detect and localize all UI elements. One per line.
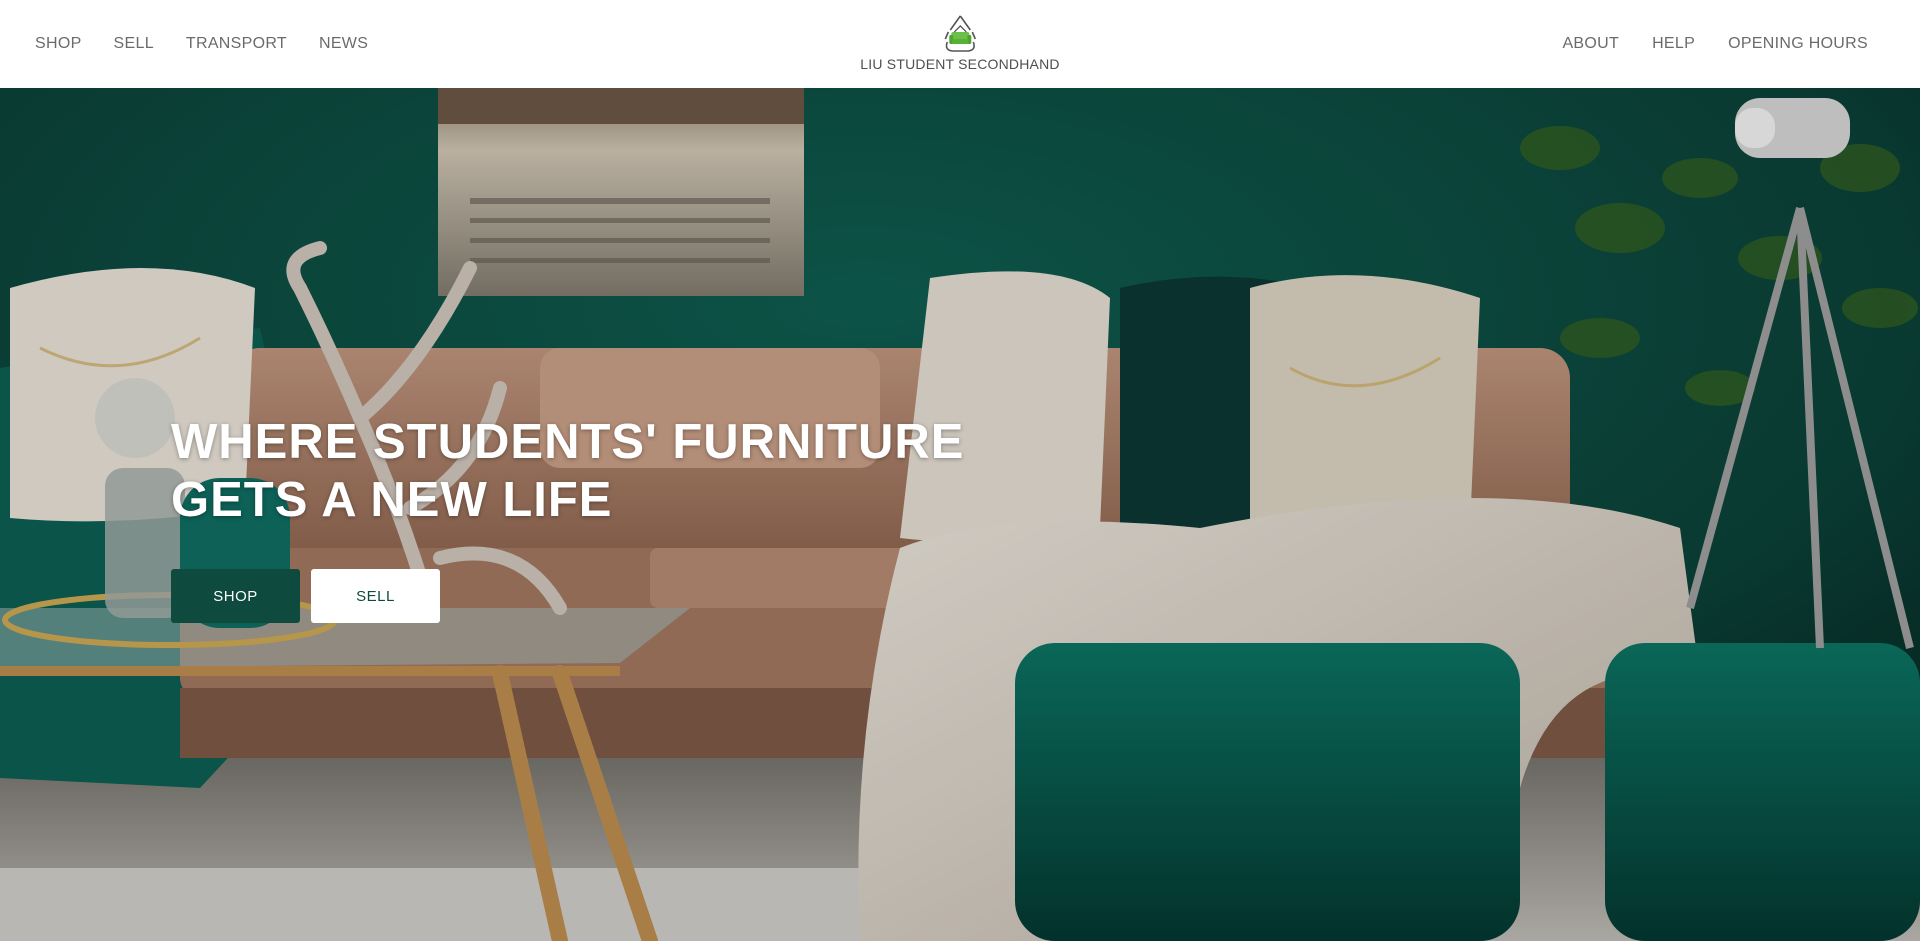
shop-button[interactable]: SHOP: [171, 569, 300, 623]
nav-link-about[interactable]: ABOUT: [1562, 35, 1619, 53]
nav-link-sell[interactable]: SELL: [114, 35, 154, 53]
sell-button[interactable]: SELL: [311, 569, 440, 623]
site-logo[interactable]: LIU STUDENT SECONDHAND: [860, 12, 1059, 72]
primary-nav: SHOP SELL TRANSPORT NEWS: [35, 0, 400, 88]
nav-link-help[interactable]: HELP: [1652, 35, 1695, 53]
hero-headline-line2: GETS A NEW LIFE: [171, 473, 613, 527]
hero-cta-group: SHOP SELL: [171, 569, 964, 623]
hero-section: WHERE STUDENTS' FURNITURE GETS A NEW LIF…: [0, 88, 1920, 941]
hero-content: WHERE STUDENTS' FURNITURE GETS A NEW LIF…: [171, 413, 964, 623]
hero-headline: WHERE STUDENTS' FURNITURE GETS A NEW LIF…: [171, 413, 964, 529]
secondary-nav: ABOUT HELP OPENING HOURS: [1529, 0, 1868, 88]
site-header: SHOP SELL TRANSPORT NEWS LIU STUDENT SEC…: [0, 0, 1920, 88]
logo-text: LIU STUDENT SECONDHAND: [860, 56, 1060, 72]
nav-link-shop[interactable]: SHOP: [35, 35, 82, 53]
recycle-sofa-logo-icon: [944, 15, 976, 52]
hero-headline-line1: WHERE STUDENTS' FURNITURE: [171, 415, 965, 469]
nav-link-transport[interactable]: TRANSPORT: [186, 35, 287, 53]
nav-link-opening-hours[interactable]: OPENING HOURS: [1728, 35, 1868, 53]
nav-link-news[interactable]: NEWS: [319, 35, 368, 53]
